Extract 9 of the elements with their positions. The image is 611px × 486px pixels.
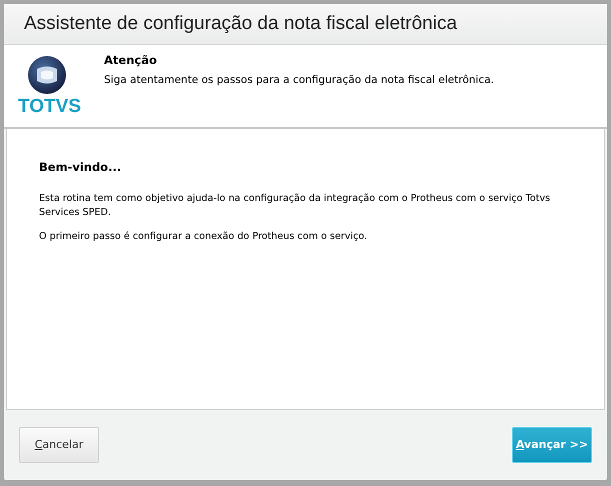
content-paragraph: Esta rotina tem como objetivo ajuda-lo na configuração da integração com o Protheus com o serviço Totvs Services SPED. xyxy=(39,192,552,220)
header-subtitle: Siga atentamente os passos para a configuração da nota fiscal eletrônica. xyxy=(104,73,494,88)
logo-text: TOTVS xyxy=(18,97,81,116)
content-paragraph: O primeiro passo é configurar a conexão do Protheus com o serviço. xyxy=(39,230,368,244)
content-heading: Bem-vindo... xyxy=(39,159,122,176)
logo-icon xyxy=(27,55,67,95)
window-title: Assistente de configuração da nota fiscal eletrônica xyxy=(24,12,458,36)
cancel-button[interactable]: Cancelar xyxy=(19,427,99,463)
header-heading: Atenção xyxy=(104,52,158,69)
